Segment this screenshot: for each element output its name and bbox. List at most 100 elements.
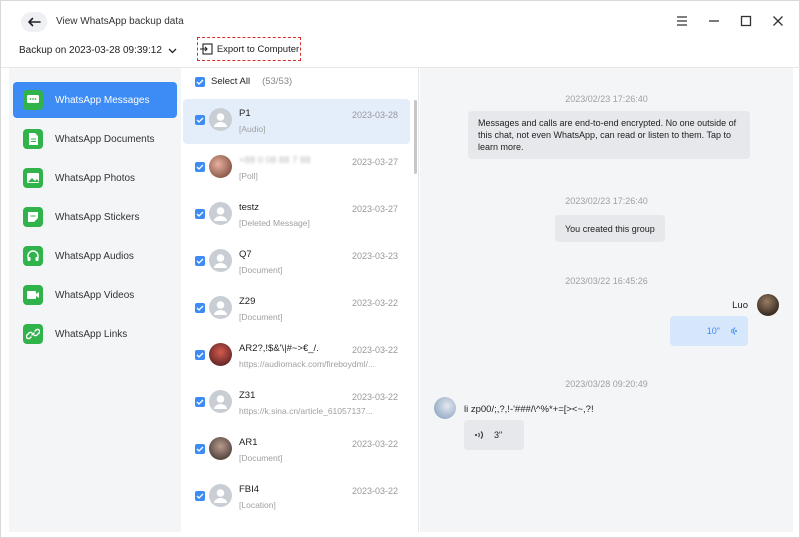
sidebar-item-label: WhatsApp Photos (55, 172, 136, 184)
checkbox-checked-icon[interactable] (195, 397, 205, 407)
sidebar-item-label: WhatsApp Videos (55, 289, 135, 301)
system-message: You created this group (555, 215, 665, 242)
chat-preview: [Document] (239, 265, 283, 275)
chat-icon (23, 90, 43, 110)
sidebar-item-label: WhatsApp Stickers (55, 211, 140, 223)
sender-name: li zp00/;,?,!-'###/\^%*+=[><~,?! (464, 404, 594, 415)
chat-item[interactable]: AR2?,!$&'\|#~>€_/. 2023-03-22 https://au… (183, 334, 410, 379)
window-title: View WhatsApp backup data (56, 16, 184, 27)
sidebar: WhatsApp Messages WhatsApp Documents Wha… (9, 68, 181, 532)
menu-icon[interactable] (675, 14, 689, 28)
chat-item[interactable]: Z31 2023-03-22 https://k.sina.cn/article… (183, 381, 410, 426)
export-icon (199, 43, 213, 55)
sidebar-item-label: WhatsApp Links (55, 328, 128, 340)
export-label: Export to Computer (216, 43, 300, 55)
message-timestamp: 2023/03/22 16:45:26 (565, 276, 648, 286)
chat-date: 2023-03-22 (351, 439, 398, 449)
chat-name: Z31 (239, 390, 256, 401)
chat-item[interactable]: Z29 2023-03-22 [Document] (183, 287, 410, 332)
export-to-computer-button[interactable]: Export to Computer (197, 37, 301, 61)
chat-date: 2023-03-23 (351, 251, 398, 261)
sidebar-item-label: WhatsApp Audios (55, 250, 134, 262)
chat-date: 2023-03-22 (351, 345, 398, 355)
back-button[interactable] (21, 12, 47, 32)
sidebar-item-messages[interactable]: WhatsApp Messages (13, 82, 177, 118)
audio-wave-icon (475, 431, 483, 439)
chat-preview: [Poll] (239, 171, 258, 181)
video-icon (23, 285, 43, 305)
backup-dropdown[interactable]: Backup on 2023-03-28 09:39:12 (19, 45, 177, 56)
audio-duration: 3" (494, 430, 503, 440)
audio-message[interactable]: 3" (464, 420, 524, 450)
checkbox-checked-icon[interactable] (195, 491, 205, 501)
chat-list: Select All (53/53) P1 2023-03-28 [Audio]… (181, 68, 419, 532)
checkbox-checked-icon[interactable] (195, 162, 205, 172)
close-icon[interactable] (771, 14, 785, 28)
sidebar-item-label: WhatsApp Documents (55, 133, 155, 145)
avatar (209, 108, 232, 131)
select-all-checkbox[interactable]: Select All (53/53) (195, 76, 292, 87)
conversation-panel: 2023/02/23 17:26:40 Messages and calls a… (420, 68, 793, 532)
audio-message[interactable]: 10" (670, 316, 748, 346)
sidebar-item-label: WhatsApp Messages (55, 94, 150, 106)
message-timestamp: 2023/02/23 17:26:40 (565, 94, 648, 104)
sidebar-item-photos[interactable]: WhatsApp Photos (13, 160, 177, 196)
avatar (209, 296, 232, 319)
message-timestamp: 2023/02/23 17:26:40 (565, 196, 648, 206)
chat-item[interactable]: P1 2023-03-28 [Audio] (183, 99, 410, 144)
system-message: Messages and calls are end-to-end encryp… (468, 111, 750, 159)
checkbox-checked-icon[interactable] (195, 303, 205, 313)
sidebar-item-stickers[interactable]: WhatsApp Stickers (13, 199, 177, 235)
photo-icon (23, 168, 43, 188)
chat-preview: [Location] (239, 500, 276, 510)
sender-name: Luo (732, 300, 748, 311)
chevron-down-icon (168, 48, 177, 53)
sidebar-item-audios[interactable]: WhatsApp Audios (13, 238, 177, 274)
avatar (209, 155, 232, 178)
chat-preview: [Document] (239, 453, 283, 463)
chat-date: 2023-03-28 (351, 110, 398, 120)
avatar (209, 484, 232, 507)
checkbox-checked-icon[interactable] (195, 115, 205, 125)
checkbox-checked-icon[interactable] (195, 444, 205, 454)
sidebar-item-videos[interactable]: WhatsApp Videos (13, 277, 177, 313)
minimize-icon[interactable] (707, 14, 721, 28)
sidebar-item-documents[interactable]: WhatsApp Documents (13, 121, 177, 157)
checkbox-checked-icon (195, 76, 205, 87)
sidebar-item-links[interactable]: WhatsApp Links (13, 316, 177, 352)
scrollbar[interactable] (414, 100, 417, 174)
chat-preview: https://audiomack.com/fireboydml/... (239, 359, 376, 369)
avatar (209, 249, 232, 272)
chat-preview: [Audio] (239, 124, 266, 134)
checkbox-checked-icon[interactable] (195, 350, 205, 360)
chat-date: 2023-03-27 (351, 204, 398, 214)
chat-item[interactable]: Q7 2023-03-23 [Document] (183, 240, 410, 285)
chat-preview: [Deleted Message] (239, 218, 310, 228)
link-icon (23, 324, 43, 344)
select-all-label: Select All (211, 76, 251, 87)
headphones-icon (23, 246, 43, 266)
avatar (434, 397, 456, 419)
chat-preview: [Document] (239, 312, 283, 322)
avatar (209, 390, 232, 413)
chat-item[interactable]: testz 2023-03-27 [Deleted Message] (183, 193, 410, 238)
avatar (209, 437, 232, 460)
chat-date: 2023-03-22 (351, 486, 398, 496)
avatar (757, 294, 779, 316)
chat-name: AR1 (239, 437, 258, 448)
chat-name: Q7 (239, 249, 252, 260)
chat-item[interactable]: AR1 2023-03-22 [Document] (183, 428, 410, 473)
arrow-left-icon (28, 17, 41, 27)
chat-item[interactable]: +88 0 08 88 7 88 2023-03-27 [Poll] (183, 146, 410, 191)
chat-preview: https://k.sina.cn/article_61057137... (239, 406, 373, 416)
chat-name: P1 (239, 108, 251, 119)
avatar (209, 202, 232, 225)
window-controls (675, 14, 785, 28)
app-window: View WhatsApp backup data Backup on 2023… (0, 0, 800, 538)
chat-item[interactable]: FBI4 2023-03-22 [Location] (183, 475, 410, 520)
document-icon (23, 129, 43, 149)
checkbox-checked-icon[interactable] (195, 256, 205, 266)
checkbox-checked-icon[interactable] (195, 209, 205, 219)
audio-duration: 10" (706, 326, 720, 336)
maximize-icon[interactable] (739, 14, 753, 28)
